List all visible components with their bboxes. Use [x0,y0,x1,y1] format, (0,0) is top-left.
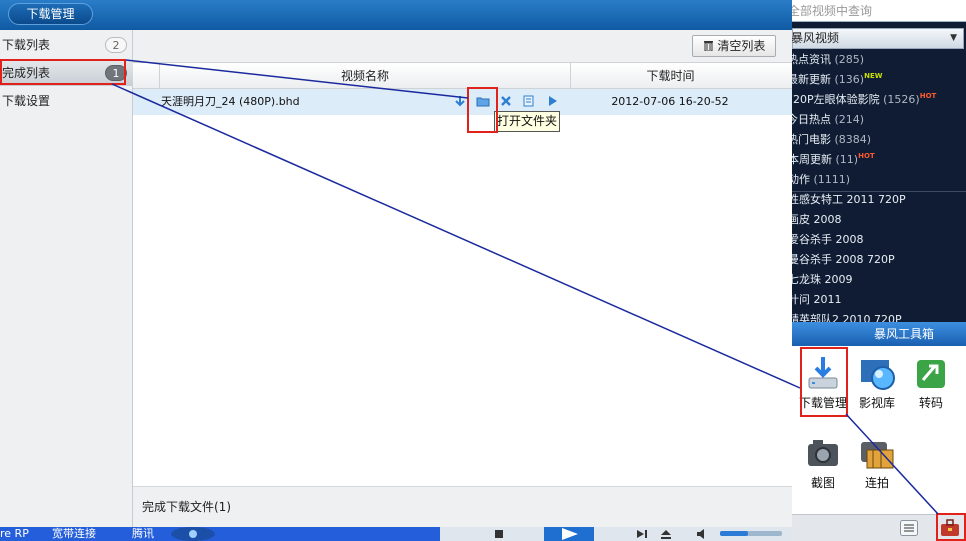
search-placeholder: 全部视频中查询 [792,4,873,18]
list-item[interactable]: 最新更新 (136)NEW [792,70,961,90]
list-item[interactable]: 热门电影 (8384) [792,130,961,150]
delete-icon[interactable] [499,94,513,108]
list-header: 视频名称 下载时间 [133,62,792,89]
highlight-box [0,59,126,85]
tool-label: 影视库 [858,396,895,410]
highlight-box [936,513,966,541]
tool-label: 截图 [810,476,835,490]
list-item[interactable]: 性感女特工 2011 720P [792,190,962,210]
next-icon[interactable] [636,529,648,539]
list-item[interactable]: 叶问 2011 [792,290,962,310]
trash-icon [703,41,713,52]
camera-icon [808,440,838,466]
sidebar-item-download-settings[interactable]: 下载设置 [0,88,133,114]
tool-label: 转码 [918,396,943,410]
sidebar: 下载列表 2 完成列表 1 下载设置 [0,30,133,527]
taskbar-item[interactable]: 腾讯 [132,527,154,541]
play-download-icon[interactable] [453,94,467,108]
volume-slider[interactable] [720,531,782,536]
search-input[interactable]: 全部视频中查询 [792,0,966,22]
toolbox-title: 暴风工具箱 [792,322,966,346]
list-item[interactable]: 动作 (1111) [792,170,962,190]
clear-list-button[interactable]: 清空列表 [692,35,776,57]
column-header-video-name[interactable]: 视频名称 [159,63,570,89]
player-controls [440,527,792,541]
clear-list-label: 清空列表 [717,39,766,53]
tool-label: 连拍 [864,476,889,490]
highlight-box [467,87,498,133]
count-badge: 2 [105,37,127,53]
main-panel: 清空列表 视频名称 下载时间 天涯明月刀_24 (480P).bhd 2012-… [133,30,792,527]
column-header-download-time[interactable]: 下载时间 [570,63,770,89]
tooltip: 打开文件夹 [494,111,560,132]
window-title-bar: 下载管理 [0,0,792,30]
play-button-icon[interactable] [544,527,594,541]
list-item[interactable]: 画皮 2008 [792,210,962,230]
category-label: 暴风视频 [792,31,840,45]
chevron-down-icon: ▼ [950,33,957,43]
taskbar-item[interactable]: re RP [0,527,29,541]
transcode-icon [917,360,945,388]
list-item[interactable]: 爱谷杀手 2008 [792,230,962,250]
highlight-box [800,347,848,417]
play-icon[interactable] [545,94,559,108]
tool-screenshot[interactable]: 截图 [795,434,851,491]
status-text: 完成下载文件(1) [142,500,231,514]
stop-icon[interactable] [494,529,504,539]
file-name: 天涯明月刀_24 (480P).bhd [161,95,300,108]
list-icon[interactable] [900,520,918,536]
list-item[interactable]: 今日热点 (214) [792,110,961,130]
status-bar: 完成下载文件(1) [133,486,792,527]
tool-video-library[interactable]: 影视库 [849,354,905,411]
list-item[interactable]: 热点资讯 (285) [792,50,961,70]
taskbar-item[interactable]: 宽带连接 [52,527,96,541]
toolbar: 清空列表 [133,30,792,62]
list-item[interactable]: 720P左眼体验影院 (1526)HOT [792,90,960,110]
download-time: 2012-07-06 16-20-52 [611,95,729,108]
eject-icon[interactable] [660,529,672,539]
film-library-icon [861,360,895,390]
hot-badge: HOT [858,152,875,160]
list-item[interactable]: 七龙珠 2009 [792,270,962,290]
tool-burst-shot[interactable]: 连拍 [849,434,905,491]
eye-icon[interactable] [168,527,218,541]
list-item[interactable]: 曼谷杀手 2008 720P [792,250,962,270]
window-title: 下载管理 [8,3,93,25]
details-icon[interactable] [522,94,536,108]
right-panel: 全部视频中查询 暴风视频 ▼ 热点资讯 (285) 最新更新 (136)NEW … [792,0,966,541]
tool-transcode[interactable]: 转码 [903,354,959,411]
burst-camera-icon [861,442,894,469]
new-badge: NEW [864,72,883,80]
volume-icon[interactable] [696,528,710,540]
table-row[interactable]: 天涯明月刀_24 (480P).bhd 2012-07-06 16-20-52 [133,89,792,115]
list-item[interactable]: 本周更新 (11)HOT [792,150,962,170]
sidebar-item-label: 下载设置 [2,94,51,108]
sidebar-item-label: 下载列表 [2,38,51,52]
category-dropdown[interactable]: 暴风视频 ▼ [792,28,964,49]
sidebar-item-download-list[interactable]: 下载列表 2 [0,32,133,58]
hot-badge: HOT [919,92,937,100]
